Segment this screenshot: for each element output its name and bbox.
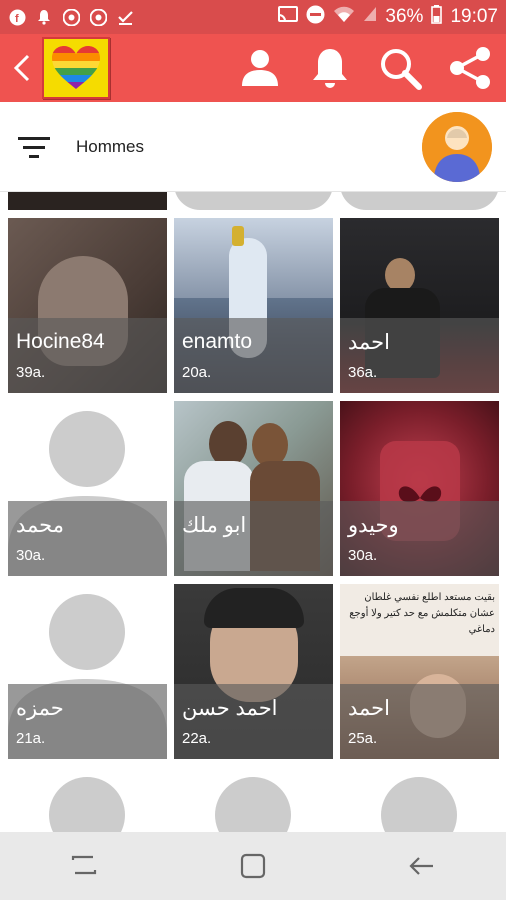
- profile-card[interactable]: وحيدو 30a.: [340, 401, 499, 576]
- default-avatar-icon: [381, 777, 457, 832]
- filter-button[interactable]: [16, 132, 52, 162]
- share-icon: [450, 47, 490, 89]
- wifi-icon: [333, 6, 355, 29]
- chrome-icon: [89, 8, 107, 26]
- search-icon: [381, 49, 422, 90]
- profile-age: 30a.: [348, 547, 378, 564]
- profile-age: 39a.: [16, 364, 46, 381]
- back-nav-button[interactable]: [392, 836, 452, 896]
- profile-card[interactable]: enamto 20a.: [174, 218, 333, 393]
- default-avatar-icon: [422, 111, 492, 182]
- home-button[interactable]: [223, 836, 283, 896]
- profile-card[interactable]: Hocine84 39a.: [8, 218, 167, 393]
- profile-card[interactable]: بقيت مستعد اطلع نفسي غلطان عشان متكلمش م…: [340, 584, 499, 759]
- battery-percent: 36%: [385, 6, 424, 27]
- profile-caption: enamto 20a.: [174, 318, 333, 393]
- profile-card[interactable]: احمد حسن 22a.: [174, 584, 333, 759]
- profile-caption: وحيدو 30a.: [340, 501, 499, 576]
- profile-name: احمد: [348, 331, 390, 354]
- profile-card[interactable]: احمد 36a.: [340, 218, 499, 393]
- profile-caption: احمد 36a.: [340, 318, 499, 393]
- bell-notification-icon: [35, 8, 53, 26]
- filter-label[interactable]: Hommes: [76, 137, 144, 157]
- profile-card[interactable]: محمد 30a.: [8, 401, 167, 576]
- profile-card[interactable]: ابو ملك: [174, 401, 333, 576]
- profile-age: 25a.: [348, 730, 378, 747]
- clock: 19:07: [450, 6, 498, 27]
- back-button[interactable]: [4, 34, 40, 102]
- profile-age: 20a.: [182, 364, 212, 381]
- profile-caption: احمد حسن 22a.: [174, 684, 333, 759]
- profile-age: 22a.: [182, 730, 212, 747]
- signal-icon: [363, 6, 377, 28]
- list-item-partial[interactable]: [8, 192, 167, 210]
- profile-age: 21a.: [16, 730, 46, 747]
- list-item-partial[interactable]: [174, 192, 333, 210]
- my-avatar[interactable]: [422, 111, 492, 182]
- back-icon: [409, 857, 433, 875]
- profile-caption: محمد 30a.: [8, 501, 167, 576]
- profiles-grid: Hocine84 39a. enamto 20a. احمد 36a. محمد…: [0, 192, 506, 832]
- profile-caption: ابو ملك: [174, 501, 333, 576]
- trophy-shape: [232, 226, 244, 246]
- profile-name: احمد: [348, 697, 390, 720]
- profile-icon: [242, 50, 278, 86]
- filter-bar: Hommes: [0, 102, 506, 192]
- do-not-disturb-icon: [306, 5, 325, 30]
- recent-apps-button[interactable]: [54, 836, 114, 896]
- download-done-icon: [116, 8, 134, 26]
- facebook-icon: f: [8, 8, 26, 26]
- default-avatar-icon: [49, 777, 125, 832]
- profile-card[interactable]: حمزه 21a.: [8, 584, 167, 759]
- profile-name: حمزه: [16, 697, 64, 720]
- profile-caption: Hocine84 39a.: [8, 318, 167, 393]
- filter-list-icon: [18, 136, 50, 158]
- default-avatar-icon: [215, 777, 291, 832]
- profile-caption: حمزه 21a.: [8, 684, 167, 759]
- profile-name: enamto: [182, 330, 253, 353]
- list-item-partial[interactable]: [340, 192, 499, 210]
- profile-age: 30a.: [16, 547, 46, 564]
- home-icon: [240, 853, 266, 879]
- app-bar: [0, 34, 506, 102]
- app-logo[interactable]: [42, 37, 110, 99]
- photo-text-overlay: بقيت مستعد اطلع نفسي غلطان عشان متكلمش م…: [349, 592, 495, 635]
- profile-caption: احمد 25a.: [340, 684, 499, 759]
- profile-name: Hocine84: [16, 330, 105, 353]
- battery-icon: [431, 4, 443, 30]
- share-button[interactable]: [446, 44, 494, 92]
- profile-name: محمد: [16, 514, 64, 537]
- notifications-button[interactable]: [306, 44, 354, 92]
- profile-button[interactable]: [236, 44, 284, 92]
- status-bar: f 36% 19:07: [0, 0, 506, 34]
- profile-card[interactable]: [174, 767, 333, 832]
- back-arrow-icon: [13, 54, 30, 82]
- profile-name: وحيدو: [348, 514, 399, 537]
- rainbow-heart-icon: [52, 46, 100, 89]
- cast-icon: [278, 6, 299, 28]
- svg-text:f: f: [15, 13, 19, 25]
- system-nav-bar: [0, 832, 506, 900]
- chrome-icon: [62, 8, 80, 26]
- notifications-bell-icon: [313, 49, 347, 88]
- search-button[interactable]: [376, 44, 424, 92]
- profile-name: احمد حسن: [182, 697, 278, 720]
- profile-name: ابو ملك: [182, 514, 247, 537]
- profile-card[interactable]: [8, 767, 167, 832]
- recent-apps-icon: [72, 855, 97, 875]
- profile-card[interactable]: [340, 767, 499, 832]
- profile-age: 36a.: [348, 364, 378, 381]
